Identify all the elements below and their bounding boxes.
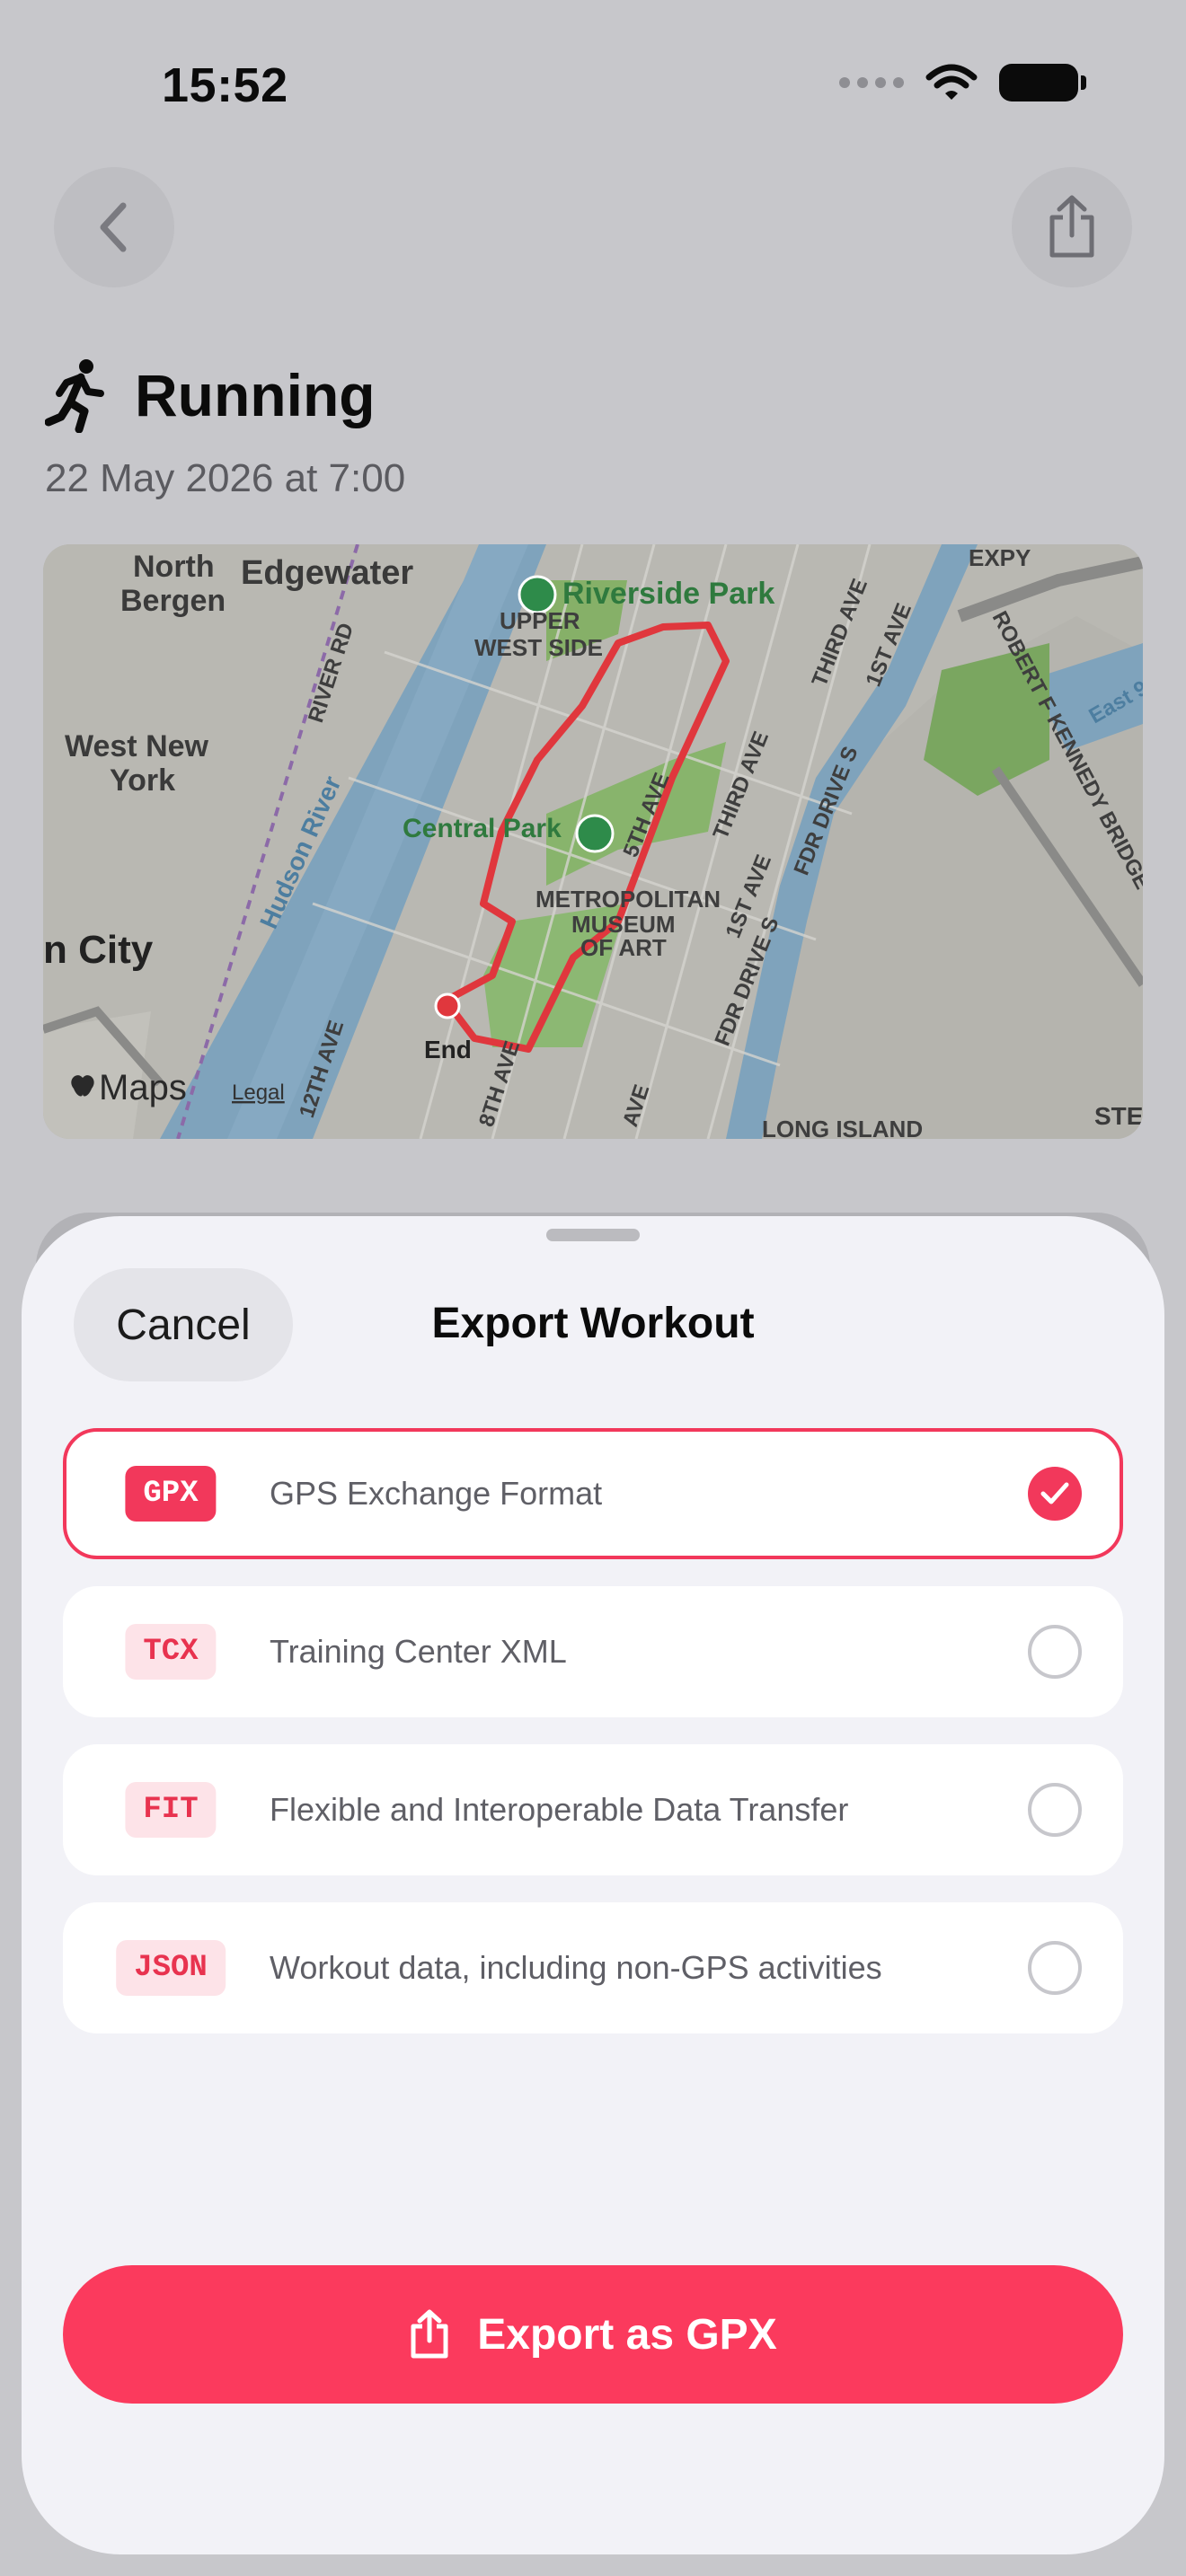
checkmark-circle-icon[interactable] bbox=[1028, 1467, 1082, 1521]
map-label-long-island: LONG ISLAND bbox=[762, 1116, 923, 1139]
map-label-riverside-park: Riverside Park bbox=[562, 577, 774, 611]
map-label-of-art: OF ART bbox=[580, 934, 667, 961]
workout-title-row: Running bbox=[45, 357, 376, 433]
radio-circle-icon[interactable] bbox=[1028, 1625, 1082, 1679]
route-map[interactable]: North Bergen Edgewater Riverside Park We… bbox=[43, 544, 1143, 1139]
share-icon bbox=[1049, 195, 1094, 258]
map-label-end: End bbox=[424, 1036, 472, 1063]
map-label-bergen: Bergen bbox=[120, 584, 226, 618]
format-badge-gpx: GPX bbox=[125, 1466, 217, 1522]
running-figure-icon bbox=[45, 359, 104, 433]
map-label-york: York bbox=[110, 763, 175, 798]
map-label-stein: STEI bbox=[1094, 1102, 1143, 1130]
format-option-tcx[interactable]: TCX Training Center XML bbox=[63, 1586, 1123, 1717]
format-badge-tcx: TCX bbox=[125, 1624, 217, 1680]
map-label-west-side: WEST SIDE bbox=[474, 634, 603, 661]
status-icons bbox=[839, 63, 1086, 102]
cellular-signal-icon bbox=[839, 77, 904, 88]
map-label-west-new: West New bbox=[65, 729, 209, 763]
format-option-gpx[interactable]: GPX GPS Exchange Format bbox=[63, 1428, 1123, 1559]
format-description-gpx: GPS Exchange Format bbox=[270, 1475, 603, 1512]
share-icon bbox=[411, 2309, 448, 2359]
format-description-tcx: Training Center XML bbox=[270, 1633, 567, 1670]
sheet-grabber[interactable] bbox=[546, 1229, 640, 1241]
map-label-upper: UPPER bbox=[500, 607, 580, 634]
format-badge-fit: FIT bbox=[125, 1782, 217, 1838]
share-button[interactable] bbox=[1012, 167, 1132, 287]
workout-title: Running bbox=[135, 362, 376, 428]
map-label-edgewater: Edgewater bbox=[241, 554, 413, 592]
back-button[interactable] bbox=[54, 167, 174, 287]
wifi-icon bbox=[925, 64, 978, 100]
maps-brand-text: Maps bbox=[99, 1068, 187, 1107]
format-option-json[interactable]: JSON Workout data, including non-GPS act… bbox=[63, 1902, 1123, 2033]
export-button[interactable]: Export as GPX bbox=[63, 2265, 1123, 2404]
status-time: 15:52 bbox=[162, 58, 288, 112]
export-button-label: Export as GPX bbox=[477, 2310, 777, 2359]
export-sheet: Cancel Export Workout GPX GPS Exchange F… bbox=[22, 1216, 1164, 2554]
workout-date: 22 May 2026 at 7:00 bbox=[45, 456, 406, 500]
map-label-expy: EXPY bbox=[969, 544, 1031, 571]
map-label-metropolitan: METROPOLITAN bbox=[535, 886, 721, 913]
map-label-city: n City bbox=[43, 928, 154, 972]
format-badge-json: JSON bbox=[116, 1940, 226, 1996]
legal-link[interactable]: Legal bbox=[232, 1081, 285, 1105]
format-description-json: Workout data, including non-GPS activiti… bbox=[270, 1949, 882, 1986]
map-label-north: North bbox=[133, 550, 215, 584]
battery-icon bbox=[999, 64, 1086, 101]
format-description-fit: Flexible and Interoperable Data Transfer bbox=[270, 1791, 849, 1828]
radio-circle-icon[interactable] bbox=[1028, 1783, 1082, 1837]
map-label-central-park: Central Park bbox=[403, 814, 562, 843]
radio-circle-icon[interactable] bbox=[1028, 1941, 1082, 1995]
format-options: GPX GPS Exchange Format TCX Training Cen… bbox=[63, 1428, 1123, 2060]
format-option-fit[interactable]: FIT Flexible and Interoperable Data Tran… bbox=[63, 1744, 1123, 1875]
chevron-left-icon bbox=[100, 202, 127, 252]
sheet-title: Export Workout bbox=[431, 1300, 755, 1347]
